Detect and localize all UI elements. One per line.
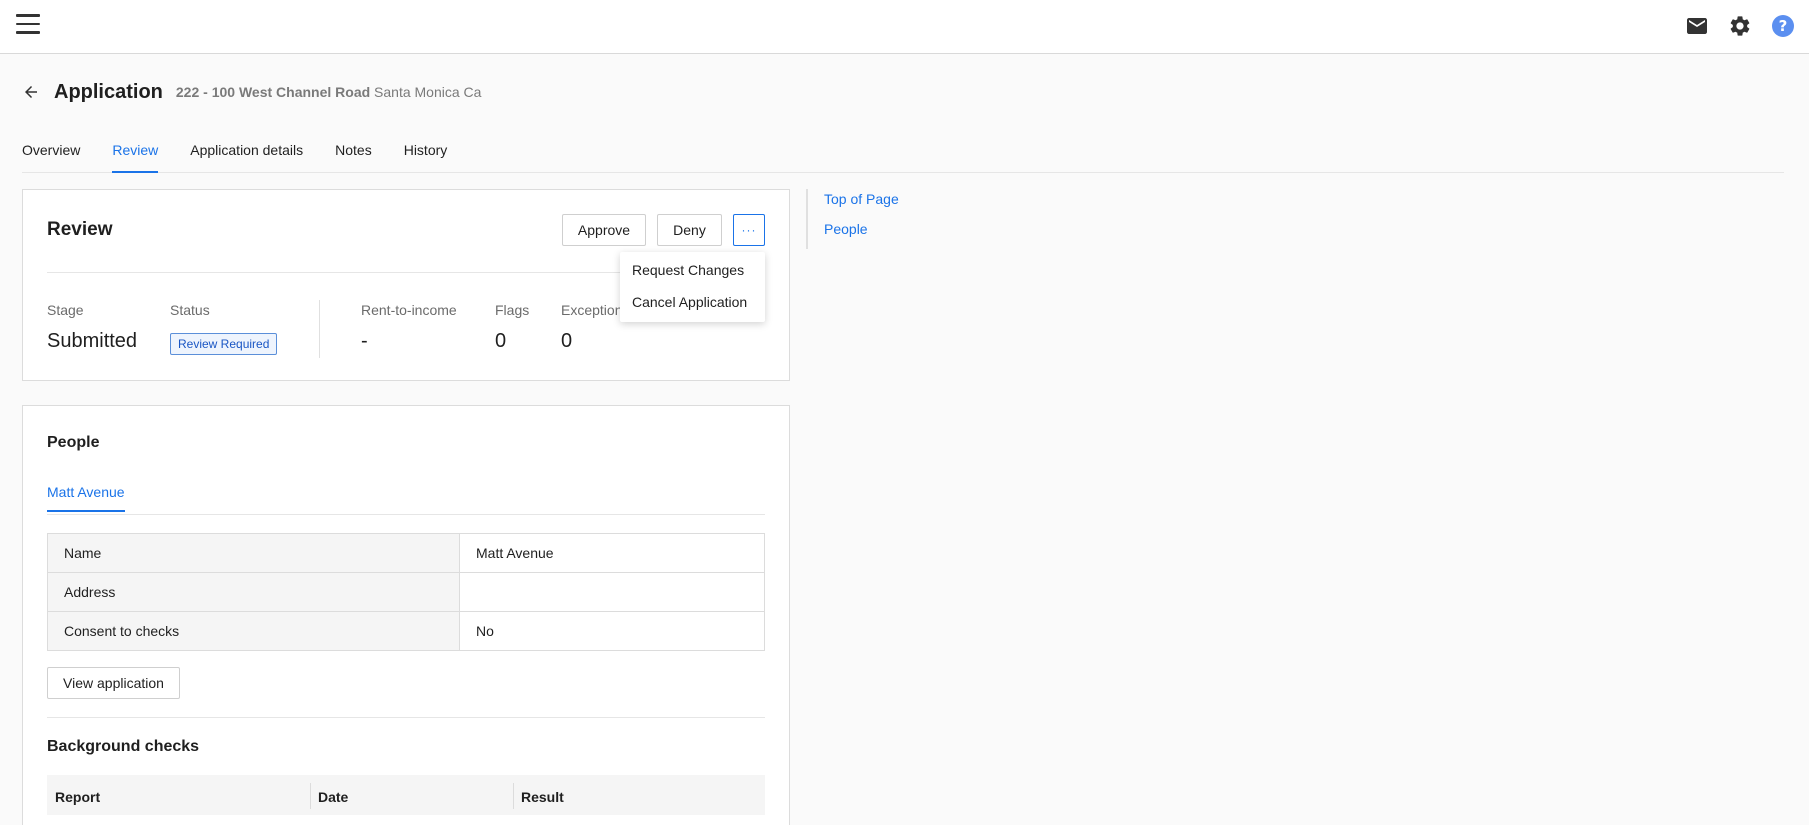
row-key: Address bbox=[47, 572, 460, 612]
background-checks-title: Background checks bbox=[47, 738, 200, 755]
table-row: Address bbox=[47, 572, 765, 612]
people-card: People Matt Avenue Name Matt Avenue Addr… bbox=[22, 405, 790, 825]
stage-value: Submitted bbox=[47, 330, 138, 352]
section-nav: Top of Page People bbox=[806, 189, 899, 249]
status-label: Status bbox=[170, 302, 210, 318]
svg-text:?: ? bbox=[1779, 17, 1788, 35]
exceptions-value: 0 bbox=[561, 330, 573, 352]
menu-item-cancel-application[interactable]: Cancel Application bbox=[632, 294, 747, 310]
address-city: Santa Monica Ca bbox=[374, 84, 482, 100]
tab-review[interactable]: Review bbox=[112, 140, 159, 173]
stage-label: Stage bbox=[47, 302, 84, 318]
approve-button[interactable]: Approve bbox=[562, 214, 646, 246]
flags-value: 0 bbox=[495, 330, 507, 352]
row-value: No bbox=[459, 611, 765, 651]
row-value bbox=[459, 572, 765, 612]
person-tabs-divider bbox=[47, 514, 765, 515]
people-divider bbox=[47, 717, 765, 718]
back-arrow-icon[interactable] bbox=[22, 83, 40, 101]
column-separator bbox=[513, 783, 514, 809]
row-key: Consent to checks bbox=[47, 611, 460, 651]
deny-button[interactable]: Deny bbox=[657, 214, 722, 246]
tab-application-details[interactable]: Application details bbox=[190, 140, 303, 173]
hamburger-menu-icon[interactable] bbox=[16, 14, 40, 34]
nav-link-top-of-page[interactable]: Top of Page bbox=[824, 189, 899, 209]
person-tab-matt-avenue[interactable]: Matt Avenue bbox=[47, 484, 125, 512]
people-title: People bbox=[47, 434, 100, 451]
tab-history[interactable]: History bbox=[404, 140, 448, 173]
column-result: Result bbox=[521, 789, 564, 805]
tab-overview[interactable]: Overview bbox=[22, 140, 80, 173]
mail-icon[interactable] bbox=[1685, 14, 1709, 38]
rent-to-income-value: - bbox=[361, 330, 368, 352]
page-header: Application 222 - 100 West Channel Road … bbox=[22, 78, 481, 106]
more-options-button[interactable]: ··· bbox=[733, 214, 765, 246]
address-street: West Channel Road bbox=[238, 84, 371, 100]
flags-label: Flags bbox=[495, 302, 530, 318]
address-unit: 222 - 100 bbox=[175, 84, 236, 100]
more-options-menu: Request Changes Cancel Application bbox=[620, 252, 765, 322]
address: 222 - 100 West Channel Road Santa Monica… bbox=[176, 84, 482, 100]
status-badge: Review Required bbox=[170, 333, 278, 355]
view-application-button[interactable]: View application bbox=[47, 667, 180, 699]
row-key: Name bbox=[47, 533, 460, 573]
stats-separator bbox=[319, 300, 320, 358]
column-report: Report bbox=[55, 789, 101, 805]
background-checks-header: Report Date Result bbox=[47, 775, 765, 815]
table-row: Consent to checks No bbox=[47, 611, 765, 651]
tab-bar: Overview Review Application details Note… bbox=[22, 140, 1784, 173]
table-row: Name Matt Avenue bbox=[47, 533, 765, 573]
person-info-table: Name Matt Avenue Address Consent to chec… bbox=[47, 533, 765, 651]
nav-link-people[interactable]: People bbox=[824, 219, 899, 239]
column-date: Date bbox=[318, 789, 349, 805]
help-icon[interactable]: ? bbox=[1771, 14, 1795, 38]
rent-to-income-label: Rent-to-income bbox=[361, 302, 457, 318]
top-bar: ? bbox=[0, 0, 1809, 54]
row-value: Matt Avenue bbox=[459, 533, 765, 573]
top-icons: ? bbox=[1685, 14, 1795, 38]
tab-notes[interactable]: Notes bbox=[335, 140, 372, 173]
menu-item-request-changes[interactable]: Request Changes bbox=[632, 262, 744, 278]
column-separator bbox=[310, 783, 311, 809]
review-title: Review bbox=[47, 219, 113, 240]
gear-icon[interactable] bbox=[1728, 14, 1752, 38]
page-title: Application bbox=[54, 80, 163, 103]
